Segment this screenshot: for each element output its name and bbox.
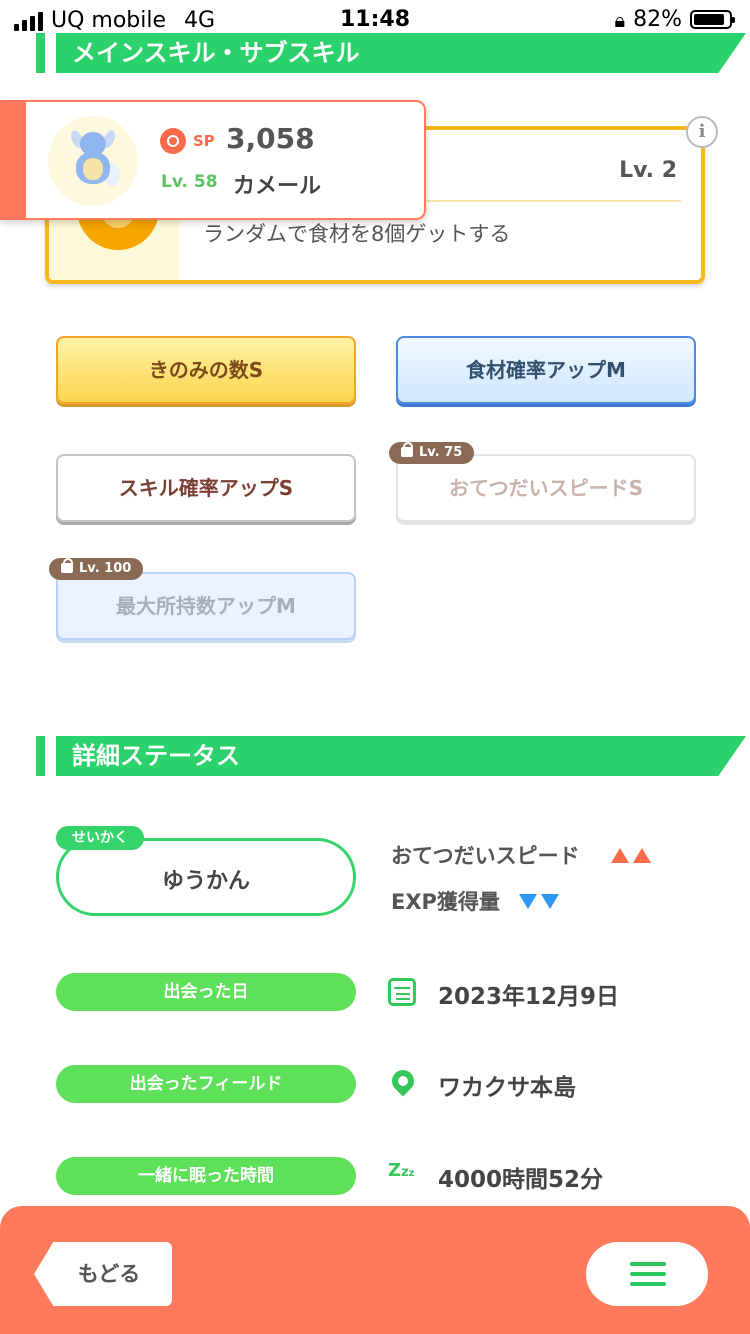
sp-value: 3,058 [226, 122, 315, 155]
card-accent-stripe [0, 100, 26, 220]
sub-skill-button-locked[interactable]: おてつだいスピードS [396, 454, 696, 522]
sp-label: SP [193, 132, 215, 150]
wartortle-icon [68, 128, 120, 190]
sleep-time-value: 4000時間52分 [438, 1167, 604, 1193]
down-arrows-icon [519, 890, 563, 914]
battery-percent: 82% [633, 7, 682, 32]
nature-down-effect-label: EXP獲得量 [391, 890, 500, 914]
lock-level-text: Lv. 75 [419, 445, 463, 460]
skills-section-title: メインスキル・サブスキル [56, 33, 746, 73]
nature-tag: せいかく [56, 826, 144, 850]
lock-level-badge: Lv. 100 [49, 558, 144, 580]
met-date-label: 出会った日 [56, 973, 356, 1011]
lock-level-text: Lv. 100 [79, 561, 132, 576]
main-skill-level: Lv. 2 [619, 158, 677, 183]
met-date-value: 2023年12月9日 [438, 984, 620, 1010]
up-arrows-icon [610, 844, 655, 868]
sleep-zzz-icon: Zzz [388, 1160, 415, 1181]
lock-level-badge: Lv. 75 [389, 442, 475, 464]
sub-skill-button-locked[interactable]: 最大所持数アップM [56, 572, 356, 640]
pokemon-summary-card: SP 3,058 Lv. 58 カメール [0, 100, 426, 220]
main-skill-description: ランダムで食材を8個ゲットする [203, 222, 511, 246]
sub-skill-button[interactable]: スキル確率アップS [56, 454, 356, 522]
met-field-value: ワカクサ本島 [438, 1075, 576, 1101]
lock-icon [401, 442, 413, 457]
lock-icon [61, 558, 73, 573]
nature-down-effect: EXP獲得量 [391, 886, 563, 916]
calendar-icon [388, 978, 416, 1006]
pokemon-avatar [48, 116, 138, 206]
details-section-title: 詳細ステータス [56, 736, 746, 776]
hamburger-menu-icon [630, 1262, 666, 1286]
info-icon[interactable]: i [686, 116, 718, 148]
sleep-time-label: 一緒に眠った時間 [56, 1157, 356, 1195]
location-pin-icon [387, 1065, 419, 1098]
nature-value: ゆうかん [161, 869, 250, 894]
nature-up-effect-label: おてつだいスピード [391, 844, 580, 868]
sub-skill-button[interactable]: きのみの数S [56, 336, 356, 404]
strength-points-icon [160, 128, 186, 154]
pokemon-level: Lv. 58 [161, 172, 218, 192]
met-field-label: 出会ったフィールド [56, 1065, 356, 1103]
nature-up-effect: おてつだいスピード [391, 840, 655, 870]
sub-skill-button[interactable]: 食材確率アップM [396, 336, 696, 404]
menu-button[interactable] [586, 1242, 708, 1306]
rotation-lock-icon: 🔒︎ [614, 7, 626, 32]
pokemon-name: カメール [233, 174, 322, 199]
battery-icon [690, 10, 735, 29]
status-bar-right: 🔒︎ 82% [614, 7, 735, 32]
back-button[interactable]: もどる [34, 1242, 172, 1306]
